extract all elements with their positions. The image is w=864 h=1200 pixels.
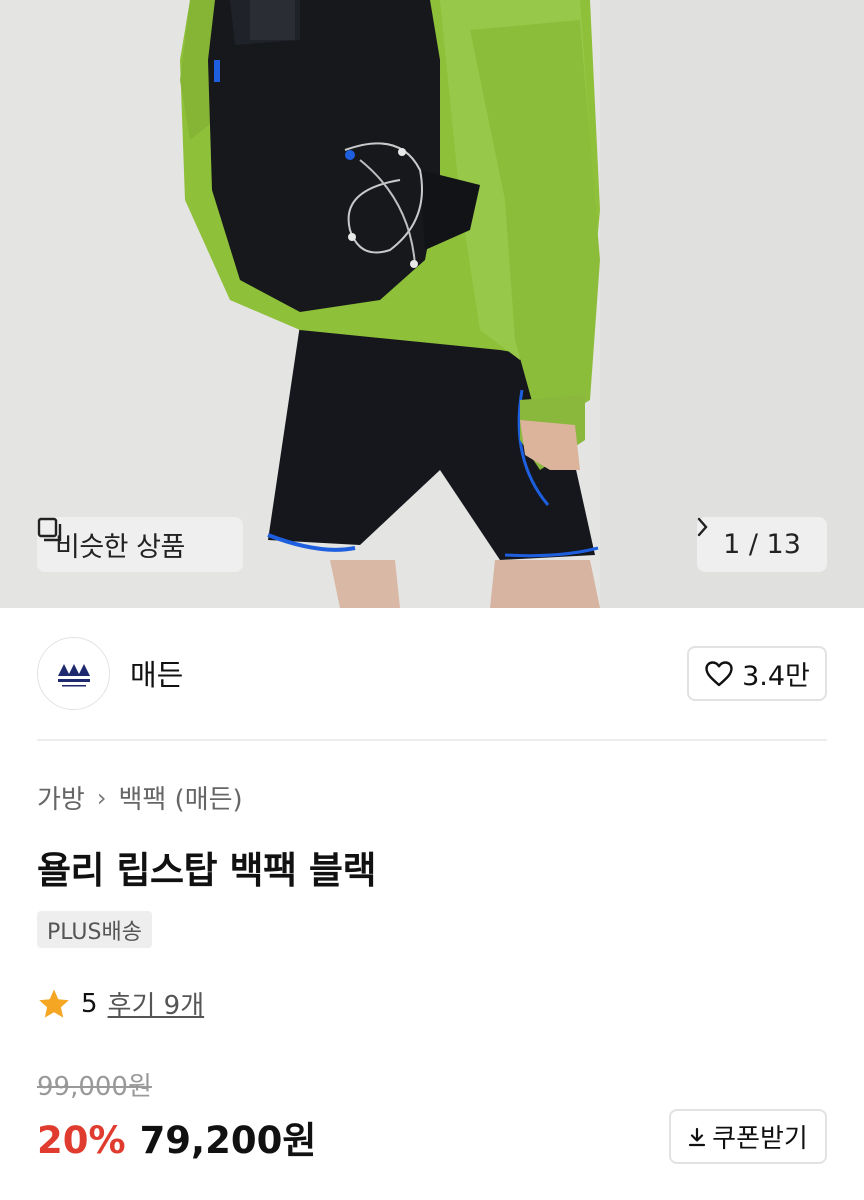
image-counter-button[interactable]: 1 / 13: [697, 517, 827, 572]
discount-rate: 20%: [37, 1119, 126, 1162]
chevron-right-icon: [697, 517, 708, 537]
get-coupon-button[interactable]: 쿠폰받기: [669, 1109, 827, 1164]
image-counter: 1 / 13: [723, 529, 801, 560]
download-icon: [689, 1127, 706, 1146]
product-image[interactable]: 비슷한 상품 1 / 13: [0, 0, 864, 608]
reviews-link[interactable]: 후기 9개: [108, 985, 205, 1022]
rating: 5 후기 9개: [37, 985, 204, 1022]
breadcrumb-item-backpack[interactable]: 백팩 (매든): [118, 779, 242, 816]
like-count: 3.4만: [742, 661, 810, 692]
chevron-right-icon: ›: [96, 783, 107, 812]
breadcrumb-item-bags[interactable]: 가방: [37, 779, 85, 816]
breadcrumb: 가방 › 백팩 (매든): [37, 779, 243, 816]
product-title: 욜리 립스탑 백팩 블랙: [37, 849, 377, 892]
price-row: 20% 79,200원: [37, 1110, 316, 1164]
brand-row: 매든 3.4만: [0, 608, 864, 740]
sale-price: 79,200원: [139, 1119, 317, 1162]
brand-logo-mark: [57, 663, 90, 686]
brand-logo[interactable]: [37, 637, 110, 710]
original-price: 99,000원: [37, 1072, 152, 1102]
similar-products-button[interactable]: 비슷한 상품: [37, 517, 243, 572]
divider: [37, 739, 827, 741]
star-icon: [39, 989, 69, 1018]
copy-icon: [37, 517, 62, 542]
heart-icon: [705, 660, 733, 686]
similar-products-label: 비슷한 상품: [55, 532, 185, 563]
delivery-badge: PLUS배송: [37, 911, 152, 948]
coupon-label: 쿠폰받기: [712, 1124, 808, 1154]
brand-name[interactable]: 매든: [130, 652, 183, 694]
rating-score: 5: [81, 988, 98, 1019]
like-button[interactable]: 3.4만: [687, 646, 827, 701]
